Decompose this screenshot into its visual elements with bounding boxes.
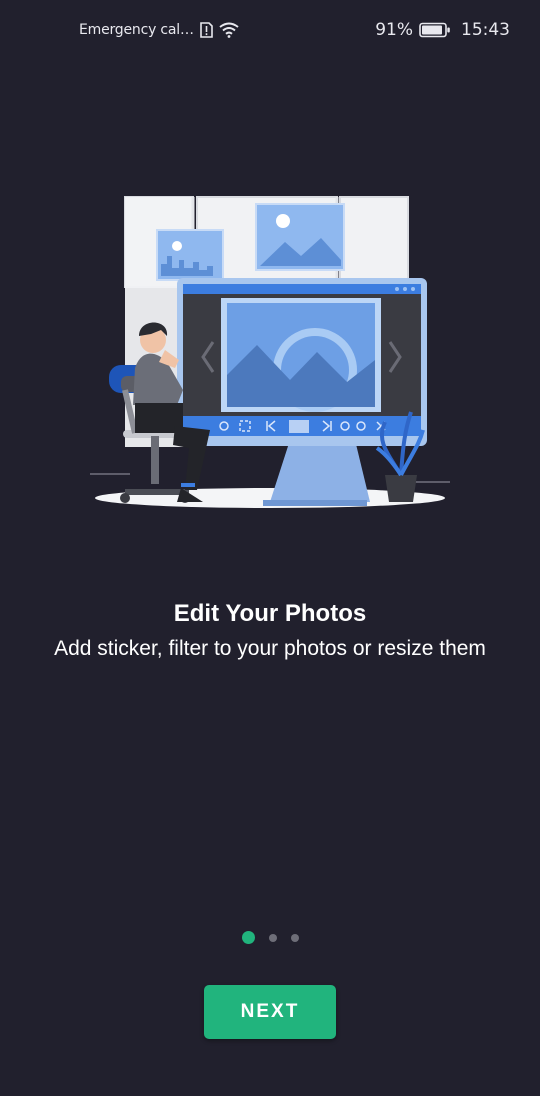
page-dot: [268, 933, 277, 942]
clock: 15:43: [461, 20, 510, 40]
onboarding-screen: Emergency cal… 91% 15:43 Edit Your Photo…: [0, 0, 540, 1096]
edit-photos-illustration: [85, 190, 455, 515]
status-right: 91% 15:43: [375, 20, 510, 40]
page-indicator: [0, 931, 540, 944]
page-dot: [290, 933, 299, 942]
carrier-text: Emergency cal…: [79, 22, 194, 38]
battery-percent: 91%: [375, 20, 413, 40]
status-bar: Emergency cal… 91% 15:43: [0, 0, 540, 62]
status-left: Emergency cal…: [79, 22, 239, 38]
page-dot-active: [241, 931, 255, 944]
onboarding-title: Edit Your Photos: [173, 600, 367, 627]
next-button[interactable]: NEXT: [204, 985, 336, 1039]
battery-icon: [419, 22, 451, 38]
sim-alert-icon: [199, 22, 213, 38]
wifi-icon: [219, 22, 239, 38]
onboarding-subtitle: Add sticker, filter to your photos or re…: [54, 637, 486, 660]
